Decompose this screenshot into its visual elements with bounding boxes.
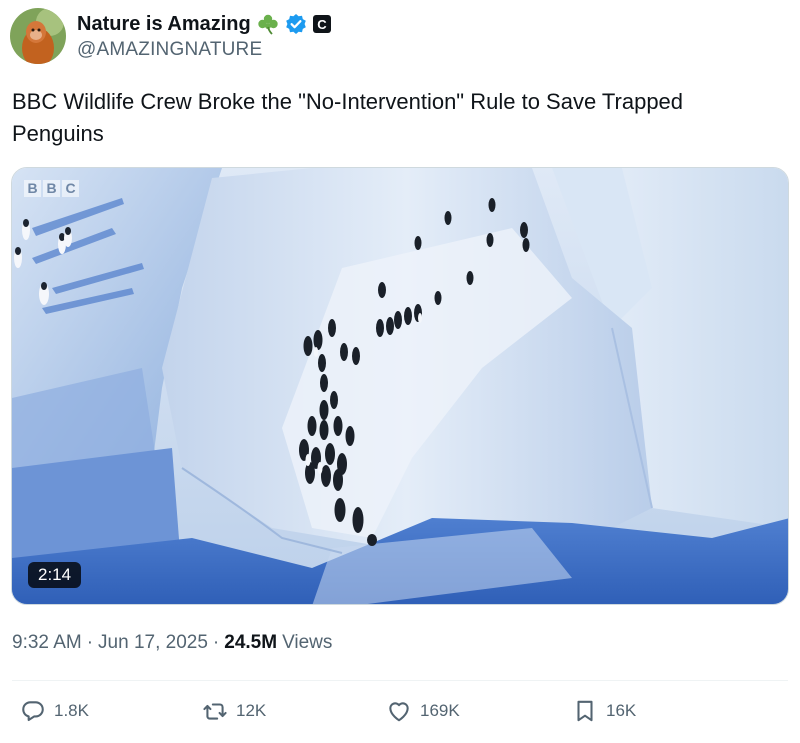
display-name[interactable]: Nature is Amazing [77, 13, 251, 36]
heart-icon [386, 698, 412, 724]
video-player[interactable]: B B C 2:14 [11, 167, 789, 605]
affiliate-badge-icon[interactable]: C [312, 14, 332, 34]
like-button[interactable]: 169K [386, 698, 460, 724]
like-count: 169K [420, 701, 460, 720]
tweet-text: BBC Wildlife Crew Broke the "No-Interven… [12, 89, 684, 146]
bookmark-button[interactable]: 16K [572, 698, 636, 724]
affiliate-badge-letter: C [317, 17, 327, 32]
tweet-meta: 9:32 AM · Jun 17, 2025 · 24.5M Views [12, 632, 332, 654]
tweet-time[interactable]: 9:32 AM [12, 632, 82, 654]
shamrock-icon [256, 13, 280, 35]
reply-count: 1.8K [54, 701, 89, 720]
tweet-date[interactable]: Jun 17, 2025 [98, 632, 208, 654]
divider [12, 680, 788, 681]
meta-separator: · [86, 632, 94, 653]
video-duration-badge: 2:14 [28, 562, 82, 588]
views-count[interactable]: 24.5M [224, 632, 277, 654]
repost-button[interactable]: 12K [202, 698, 266, 724]
tweet-header: Nature is Amazing C @AMAZINGNATURE [10, 8, 332, 64]
watermark-letter: B [24, 180, 41, 197]
verified-badge-icon[interactable] [285, 13, 307, 35]
reply-icon [20, 698, 46, 724]
repost-icon [202, 698, 228, 724]
watermark-letter: C [62, 180, 79, 197]
bbc-watermark: B B C [24, 180, 79, 197]
user-handle[interactable]: @AMAZINGNATURE [77, 39, 332, 61]
views-label: Views [282, 632, 333, 653]
meta-separator: · [212, 632, 220, 653]
watermark-letter: B [43, 180, 60, 197]
bookmark-count: 16K [606, 701, 637, 720]
bookmark-icon [572, 698, 598, 724]
repost-count: 12K [236, 701, 267, 720]
video-frame [12, 168, 788, 604]
reply-button[interactable]: 1.8K [20, 698, 89, 724]
avatar[interactable] [10, 8, 66, 64]
action-bar: 1.8K 12K 169K 16K [0, 698, 800, 732]
